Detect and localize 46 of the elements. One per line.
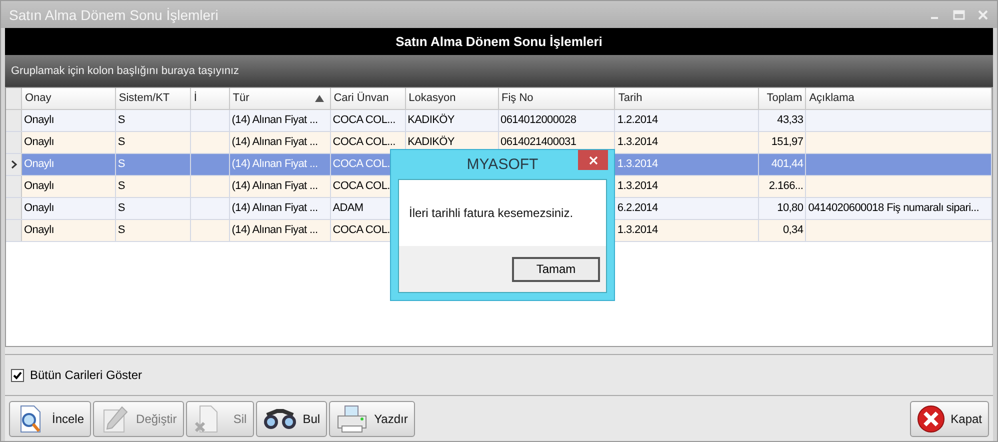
table-cell: 1.3.2014	[617, 180, 658, 192]
table-cell: S	[118, 180, 125, 192]
table-cell: 0614012000028	[500, 114, 576, 126]
table-cell: 1.3.2014	[617, 224, 658, 236]
table-cell: 43,33	[777, 114, 804, 126]
table-cell: COCA COL.	[332, 224, 390, 236]
table-cell: COCA COL...	[332, 136, 396, 148]
table-cell: Onaylı	[24, 158, 54, 170]
table-cell: Onaylı	[24, 224, 54, 236]
table-cell: S	[118, 224, 125, 236]
table-cell: 1.3.2014	[617, 158, 658, 170]
table-cell: COCA COL.	[332, 180, 390, 192]
window-title: Satın Alma Dönem Sonu İşlemleri	[9, 6, 220, 22]
table-cell: (14) Alınan Fiyat ...	[232, 136, 318, 148]
table-cell: Onaylı	[24, 180, 54, 192]
table-cell: S	[118, 158, 125, 170]
table-cell: S	[118, 202, 125, 214]
table-cell: (14) Alınan Fiyat ...	[232, 202, 318, 214]
table-cell: Onaylı	[24, 136, 54, 148]
table-cell: KADIKÖY	[408, 136, 454, 148]
table-cell: COCA COL.	[332, 158, 390, 170]
table-cell: 0,34	[782, 224, 804, 236]
table-cell: 10,80	[777, 202, 804, 214]
table-cell: 1.3.2014	[617, 136, 658, 148]
table-cell: 401,44	[771, 158, 804, 170]
table-cell: 2.166...	[768, 180, 804, 192]
header-title: Satın Alma Dönem Sonu İşlemleri	[396, 34, 602, 49]
table-cell: 1.2.2014	[617, 114, 658, 126]
table-cell: Onaylı	[24, 202, 54, 214]
table-cell: 0414020600018 Fiş numaralı sipari...	[808, 202, 980, 214]
table-cell: (14) Alınan Fiyat ...	[232, 224, 318, 236]
table-cell: ADAM	[332, 202, 364, 214]
table-cell: COCA COL...	[332, 114, 396, 126]
table-cell: (14) Alınan Fiyat ...	[232, 158, 318, 170]
table-cell: S	[118, 136, 125, 148]
table-cell: Onaylı	[24, 114, 54, 126]
table-cell: (14) Alınan Fiyat ...	[232, 180, 318, 192]
dialog-message: İleri tarihli fatura kesemezsiniz.	[409, 206, 574, 220]
table-cell: 6.2.2014	[617, 202, 658, 214]
table-cell: 0614021400031	[500, 136, 576, 148]
table-cell: 151,97	[771, 136, 804, 148]
group-hint: Gruplamak için kolon başlığını buraya taşıyınız	[11, 65, 240, 77]
table-cell: (14) Alınan Fiyat ...	[232, 114, 318, 126]
table-cell: KADIKÖY	[408, 114, 454, 126]
table-cell: S	[118, 114, 125, 126]
dialog-title: MYASOFT	[466, 156, 538, 173]
